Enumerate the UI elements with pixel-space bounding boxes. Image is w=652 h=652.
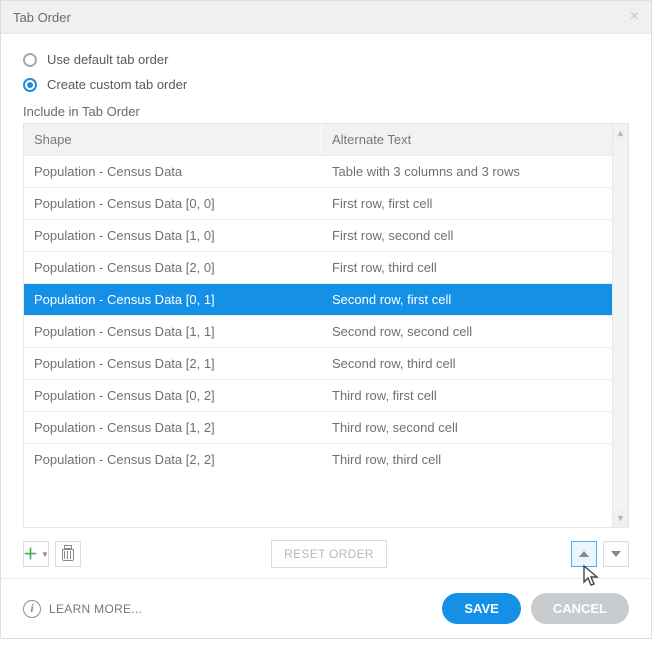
cell-alt: First row, third cell <box>322 252 612 283</box>
scroll-track[interactable] <box>613 142 628 509</box>
cell-alt: Table with 3 columns and 3 rows <box>322 156 612 187</box>
chevron-down-icon: ▼ <box>41 550 49 559</box>
tab-order-table: Shape Alternate Text Population - Census… <box>23 123 613 528</box>
cell-shape: Population - Census Data [1, 2] <box>24 412 322 443</box>
radio-default-label: Use default tab order <box>47 52 168 67</box>
radio-icon-selected <box>23 78 37 92</box>
header-shape[interactable]: Shape <box>24 124 322 155</box>
reset-order-button[interactable]: RESET ORDER <box>271 540 387 568</box>
arrow-down-icon <box>611 551 621 557</box>
radio-custom-tab-order[interactable]: Create custom tab order <box>23 77 629 92</box>
table-row[interactable]: Population - Census Data [2, 2]Third row… <box>24 443 612 475</box>
titlebar: Tab Order × <box>1 1 651 34</box>
cell-shape: Population - Census Data [2, 0] <box>24 252 322 283</box>
cell-shape: Population - Census Data [2, 1] <box>24 348 322 379</box>
plus-icon: ＋ <box>23 547 38 562</box>
scrollbar[interactable]: ▲ ▼ <box>613 123 629 528</box>
cell-shape: Population - Census Data [2, 2] <box>24 444 322 475</box>
cell-shape: Population - Census Data [0, 1] <box>24 284 322 315</box>
tab-order-dialog: Tab Order × Use default tab order Create… <box>0 0 652 639</box>
table-body: Population - Census DataTable with 3 col… <box>24 155 612 475</box>
cell-shape: Population - Census Data [1, 1] <box>24 316 322 347</box>
table-row[interactable]: Population - Census Data [1, 1]Second ro… <box>24 315 612 347</box>
table-row[interactable]: Population - Census Data [1, 2]Third row… <box>24 411 612 443</box>
table-row[interactable]: Population - Census Data [0, 0]First row… <box>24 187 612 219</box>
scroll-down-icon[interactable]: ▼ <box>613 509 628 527</box>
table-row[interactable]: Population - Census Data [1, 0]First row… <box>24 219 612 251</box>
cell-alt: Third row, second cell <box>322 412 612 443</box>
add-button[interactable]: ＋ ▼ <box>23 541 49 567</box>
table-header: Shape Alternate Text <box>24 124 612 155</box>
table-row[interactable]: Population - Census Data [0, 2]Third row… <box>24 379 612 411</box>
table-row[interactable]: Population - Census Data [2, 1]Second ro… <box>24 347 612 379</box>
close-icon[interactable]: × <box>630 9 639 25</box>
radio-custom-label: Create custom tab order <box>47 77 187 92</box>
table-row[interactable]: Population - Census Data [2, 0]First row… <box>24 251 612 283</box>
move-up-button[interactable] <box>571 541 597 567</box>
cell-shape: Population - Census Data [1, 0] <box>24 220 322 251</box>
learn-more-link[interactable]: LEARN MORE... <box>49 602 142 616</box>
table-empty-space <box>24 475 612 527</box>
table-row[interactable]: Population - Census DataTable with 3 col… <box>24 155 612 187</box>
cell-alt: Second row, second cell <box>322 316 612 347</box>
cell-shape: Population - Census Data [0, 2] <box>24 380 322 411</box>
delete-button[interactable] <box>55 541 81 567</box>
cell-alt: Second row, third cell <box>322 348 612 379</box>
cell-shape: Population - Census Data <box>24 156 322 187</box>
trash-icon <box>62 547 74 561</box>
tab-order-table-wrap: Shape Alternate Text Population - Census… <box>23 123 629 528</box>
dialog-footer: i LEARN MORE... SAVE CANCEL <box>1 578 651 638</box>
cell-alt: First row, first cell <box>322 188 612 219</box>
header-alt[interactable]: Alternate Text <box>322 124 612 155</box>
info-icon: i <box>23 600 41 618</box>
dialog-title: Tab Order <box>13 10 71 25</box>
toolbar: ＋ ▼ RESET ORDER <box>23 540 629 568</box>
save-button[interactable]: SAVE <box>442 593 520 624</box>
cell-shape: Population - Census Data [0, 0] <box>24 188 322 219</box>
radio-default-tab-order[interactable]: Use default tab order <box>23 52 629 67</box>
arrow-up-icon <box>579 551 589 557</box>
move-down-button[interactable] <box>603 541 629 567</box>
cell-alt: First row, second cell <box>322 220 612 251</box>
scroll-up-icon[interactable]: ▲ <box>613 124 628 142</box>
cell-alt: Second row, first cell <box>322 284 612 315</box>
radio-icon <box>23 53 37 67</box>
table-row[interactable]: Population - Census Data [0, 1]Second ro… <box>24 283 612 315</box>
cancel-button[interactable]: CANCEL <box>531 593 629 624</box>
cell-alt: Third row, first cell <box>322 380 612 411</box>
include-label: Include in Tab Order <box>23 104 629 119</box>
cell-alt: Third row, third cell <box>322 444 612 475</box>
